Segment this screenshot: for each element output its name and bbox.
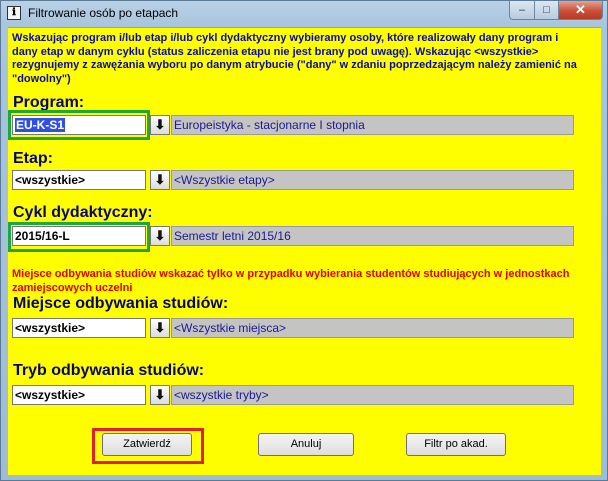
close-button[interactable]: ✕	[558, 1, 603, 20]
dialog-window: ℹ Filtrowanie osób po etapach ‒ □ ✕ Wska…	[0, 0, 608, 481]
miejsce-label: Miejsce odbywania studiów:	[13, 295, 229, 312]
miejsce-code-input[interactable]: <wszystkie>	[12, 318, 146, 338]
etap-label: Etap:	[13, 150, 53, 167]
tryb-code-input[interactable]: <wszystkie>	[12, 385, 146, 405]
program-dropdown-button[interactable]: ⬇	[150, 115, 170, 135]
confirm-highlight	[92, 428, 204, 464]
window-title: Filtrowanie osób po etapach	[28, 6, 179, 20]
tryb-label: Tryb odbywania studiów:	[13, 362, 205, 379]
miejsce-dropdown-button[interactable]: ⬇	[150, 318, 170, 338]
cykl-highlight	[8, 222, 150, 252]
program-highlight	[8, 110, 150, 140]
dialog-body: Wskazując program i/lub etap i/lub cykl …	[8, 27, 601, 475]
warning-text: Miejsce odbywania studiów wskazać tylko …	[12, 268, 570, 294]
minimize-button[interactable]: ‒	[509, 1, 535, 20]
title-bar[interactable]: ℹ Filtrowanie osób po etapach ‒ □ ✕	[1, 1, 607, 27]
program-description: Europeistyka - stacjonarne I stopnia	[171, 115, 574, 135]
cykl-description: Semestr letni 2015/16	[171, 226, 574, 246]
cykl-label: Cykl dydaktyczny:	[13, 204, 153, 221]
app-icon: ℹ	[7, 6, 21, 20]
cykl-dropdown-button[interactable]: ⬇	[150, 226, 170, 246]
filter-by-academic-button[interactable]: Filtr po akad.	[406, 433, 506, 456]
maximize-button[interactable]: □	[534, 1, 559, 20]
tryb-dropdown-button[interactable]: ⬇	[150, 385, 170, 405]
miejsce-description: <Wszystkie miejsca>	[171, 318, 574, 338]
etap-description: <Wszystkie etapy>	[171, 170, 574, 190]
tryb-description: <wszystkie tryby>	[171, 385, 574, 405]
etap-code-input[interactable]: <wszystkie>	[12, 170, 146, 190]
cancel-button[interactable]: Anuluj	[258, 433, 354, 456]
etap-dropdown-button[interactable]: ⬇	[150, 170, 170, 190]
info-text: Wskazując program i/lub etap i/lub cykl …	[12, 32, 577, 85]
